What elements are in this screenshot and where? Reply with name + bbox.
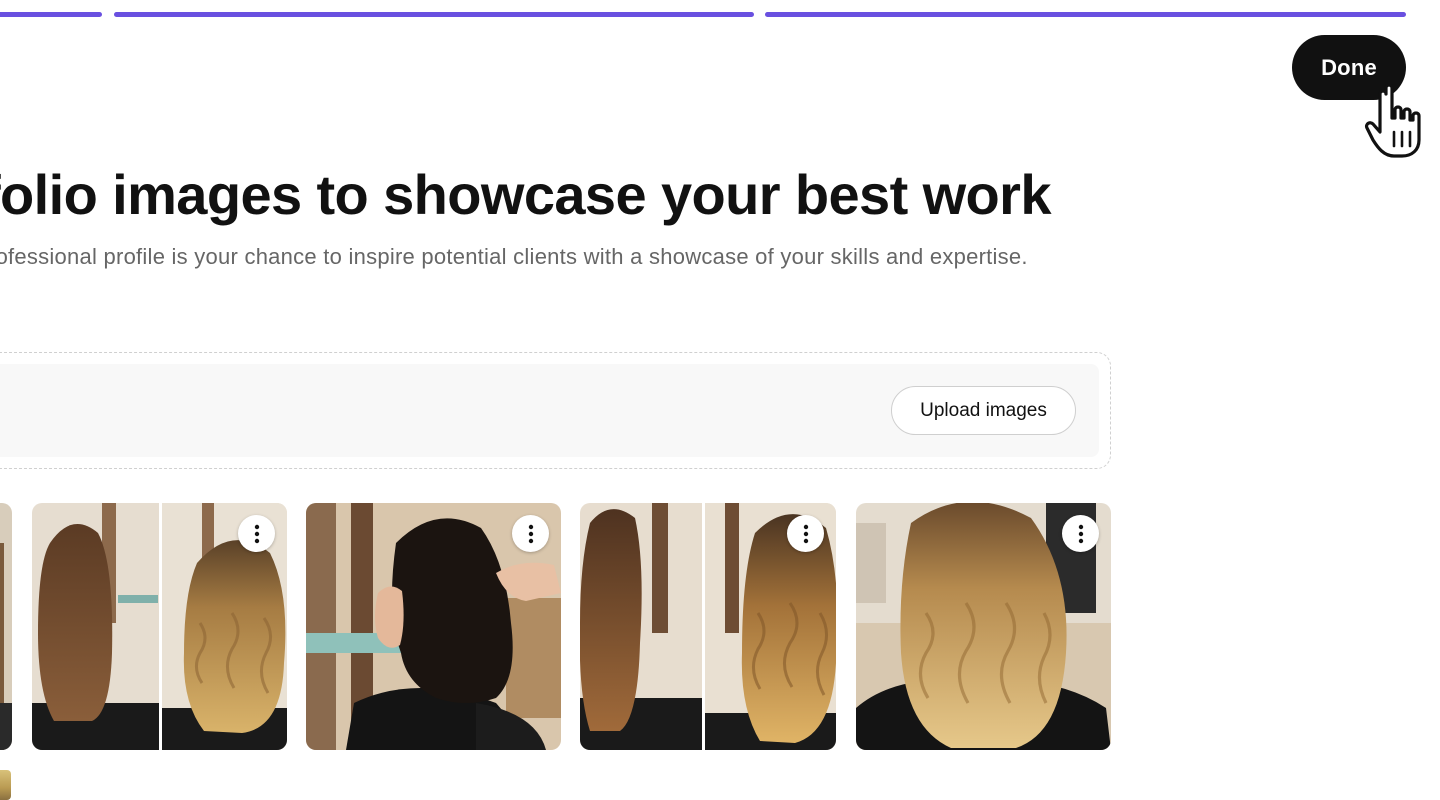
progress-step-1 <box>0 12 102 17</box>
image-options-button[interactable] <box>238 515 275 552</box>
more-vertical-icon <box>528 524 533 543</box>
upload-images-button[interactable]: Upload images <box>891 386 1076 435</box>
portfolio-image-3[interactable] <box>580 503 836 750</box>
page-subtitle: rofessional profile is your chance to in… <box>0 244 1028 269</box>
image-options-button[interactable] <box>1062 515 1099 552</box>
more-vertical-icon <box>254 524 259 543</box>
portfolio-image-2[interactable] <box>306 503 561 750</box>
image-options-button[interactable] <box>512 515 549 552</box>
portfolio-image-1[interactable] <box>32 503 287 750</box>
progress-step-2 <box>114 12 754 17</box>
hair-photo-icon <box>0 503 12 750</box>
more-vertical-icon <box>803 524 808 543</box>
image-options-button[interactable] <box>787 515 824 552</box>
portfolio-image-4[interactable] <box>856 503 1111 750</box>
portfolio-image-partial[interactable] <box>0 770 11 800</box>
progress-step-3 <box>765 12 1406 17</box>
page-title: folio images to showcase your best work <box>0 163 1051 226</box>
hand-pointer-icon <box>1364 83 1421 158</box>
more-vertical-icon <box>1078 524 1083 543</box>
portfolio-image-0[interactable] <box>0 503 12 750</box>
